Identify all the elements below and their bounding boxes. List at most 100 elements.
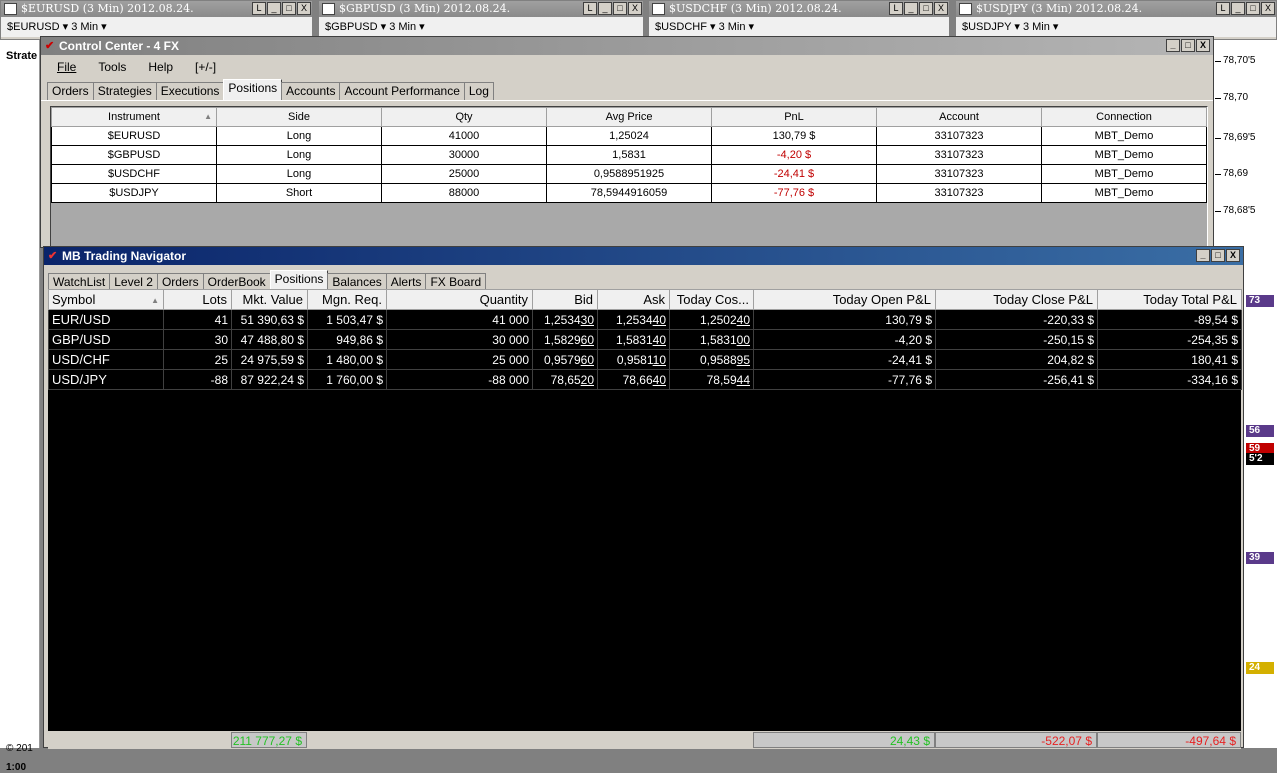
tab-orders[interactable]: Orders <box>47 82 94 100</box>
l-button[interactable]: L <box>889 2 903 15</box>
cell-bid: 1,582960 <box>532 329 598 350</box>
cell-lots: 25 <box>163 349 232 370</box>
minimize-button[interactable]: _ <box>1166 39 1180 52</box>
chart-toolbar[interactable]: $USDCHF ▾ 3 Min ▾ <box>649 17 949 37</box>
column-header-side[interactable]: Side <box>216 107 382 127</box>
navigator-window[interactable]: ✔ MB Trading Navigator _ □ X WatchList Leve… <box>43 246 1244 749</box>
column-header-pnl[interactable]: PnL <box>711 107 877 127</box>
tab-executions[interactable]: Executions <box>155 82 225 100</box>
tab-positions[interactable]: Positions <box>269 270 329 291</box>
chart-window-usdjpy[interactable]: $USDJPY (3 Min) 2012.08.24. L _ □ X $USDJPY… <box>955 0 1277 40</box>
menu-file[interactable]: File <box>57 60 76 74</box>
bid-main: 78,65 <box>550 372 581 387</box>
copyright-label: © 201 <box>6 743 33 754</box>
minimize-button[interactable]: _ <box>1196 249 1210 262</box>
tab-positions[interactable]: Positions <box>223 79 283 100</box>
column-header-label: Qty <box>455 111 473 123</box>
table-row[interactable]: $USDCHF Long 25000 0,9588951925 -24,41 $3310… <box>51 164 1207 184</box>
column-header-account[interactable]: Account <box>876 107 1042 127</box>
cell-mkt-value: 24 975,59 $ <box>231 349 308 370</box>
minimize-button[interactable]: _ <box>904 2 918 15</box>
cost-pips: 95 <box>736 352 750 367</box>
cell-open-pl: -24,41 $ <box>753 349 936 370</box>
column-header-quantity[interactable]: Quantity <box>386 289 533 310</box>
ask-main: 0,9581 <box>616 352 653 367</box>
column-header-symbol[interactable]: Symbol ▲ <box>48 289 164 310</box>
chart-window-gbpusd[interactable]: $GBPUSD (3 Min) 2012.08.24. L _ □ X $GBPUSD… <box>318 0 644 40</box>
cell-pnl: 130,79 $ <box>711 126 877 146</box>
l-button[interactable]: L <box>583 2 597 15</box>
column-header-today-open-p-l[interactable]: Today Open P&L <box>753 289 936 310</box>
column-header-today-cos[interactable]: Today Cos... <box>669 289 754 310</box>
chart-toolbar[interactable]: $USDJPY ▾ 3 Min ▾ <box>956 17 1276 37</box>
column-header-instrument[interactable]: Instrument ▲ <box>51 107 217 127</box>
table-row[interactable]: USD/JPY -88 87 922,24 $1 760,00 $ -88 000 78… <box>48 369 1242 390</box>
tab-log[interactable]: Log <box>463 82 494 100</box>
cell-quantity: 41 000 <box>386 309 533 330</box>
table-row[interactable]: $GBPUSD Long 30000 1,5831 -4,20 $33107323 MBT… <box>51 145 1207 165</box>
total-mkt-value: 211 777,27 $ <box>231 732 307 748</box>
navigator-titlebar[interactable]: ✔ MB Trading Navigator _ □ X <box>44 247 1243 265</box>
close-button[interactable]: X <box>1261 2 1275 15</box>
menu-expand[interactable]: [+/-] <box>195 60 216 74</box>
table-row[interactable]: USD/CHF 25 24 975,59 $1 480,00 $25 000 0,95… <box>48 349 1242 370</box>
chart-window-eurusd[interactable]: $EURUSD (3 Min) 2012.08.24. L _ □ X $EURUSD… <box>0 0 313 40</box>
column-header-lots[interactable]: Lots <box>163 289 232 310</box>
ask-pips: 40 <box>652 372 666 387</box>
minimize-button[interactable]: _ <box>267 2 281 15</box>
close-button[interactable]: X <box>934 2 948 15</box>
cell-side: Long <box>216 145 382 165</box>
column-header-today-close-p-l[interactable]: Today Close P&L <box>935 289 1098 310</box>
table-row[interactable]: GBP/USD 30 47 488,80 $949,86 $30 000 1,5829… <box>48 329 1242 350</box>
menu-tools[interactable]: Tools <box>98 60 126 74</box>
minimize-button[interactable]: _ <box>598 2 612 15</box>
chart-toolbar[interactable]: $GBPUSD ▾ 3 Min ▾ <box>319 17 643 37</box>
tab-accounts[interactable]: Accounts <box>281 82 341 100</box>
control-center-window[interactable]: ✔ Control Center - 4 FX _ □ X File Tools H… <box>40 36 1214 248</box>
minimize-button[interactable]: _ <box>1231 2 1245 15</box>
column-header-mkt-value[interactable]: Mkt. Value <box>231 289 308 310</box>
maximize-button[interactable]: □ <box>1181 39 1195 52</box>
cost-pips: 00 <box>736 332 750 347</box>
close-button[interactable]: X <box>297 2 311 15</box>
column-header-label: Connection <box>1096 111 1152 123</box>
table-row[interactable]: EUR/USD 41 51 390,63 $1 503,47 $41 000 1,25… <box>48 309 1242 330</box>
table-row[interactable]: $EURUSD Long 41000 1,25024 130,79 $33107323 M… <box>51 126 1207 146</box>
column-header-bid[interactable]: Bid <box>532 289 598 310</box>
l-button[interactable]: L <box>1216 2 1230 15</box>
axis-label: 78,68'5 <box>1215 205 1256 216</box>
close-button[interactable]: X <box>1226 249 1240 262</box>
column-header-ask[interactable]: Ask <box>597 289 670 310</box>
tab-account-performance[interactable]: Account Performance <box>339 82 465 100</box>
column-header-avg-price[interactable]: Avg Price <box>546 107 712 127</box>
chart-title: $GBPUSD (3 Min) 2012.08.24. L _ □ X <box>319 1 643 17</box>
cell-pnl: -77,76 $ <box>711 183 877 203</box>
column-header-connection[interactable]: Connection <box>1041 107 1207 127</box>
chart-window-usdchf[interactable]: $USDCHF (3 Min) 2012.08.24. L _ □ X $USDCHF… <box>648 0 950 40</box>
column-header-mgn-req[interactable]: Mgn. Req. <box>307 289 387 310</box>
l-button[interactable]: L <box>252 2 266 15</box>
column-header-label: Ask <box>643 292 665 307</box>
cell-connection: MBT_Demo <box>1041 164 1207 184</box>
bid-pips: 30 <box>580 312 594 327</box>
control-center-titlebar[interactable]: ✔ Control Center - 4 FX _ □ X <box>41 37 1213 55</box>
cell-connection: MBT_Demo <box>1041 126 1207 146</box>
column-header-label: Mkt. Value <box>242 292 303 307</box>
maximize-button[interactable]: □ <box>1211 249 1225 262</box>
column-header-qty[interactable]: Qty <box>381 107 547 127</box>
close-button[interactable]: X <box>628 2 642 15</box>
bid-pips: 20 <box>580 372 594 387</box>
table-row[interactable]: $USDJPY Short 88000 78,5944916059 -77,76 $33… <box>51 183 1207 203</box>
close-button[interactable]: X <box>1196 39 1210 52</box>
maximize-button[interactable]: □ <box>613 2 627 15</box>
column-header-today-total-p-l[interactable]: Today Total P&L <box>1097 289 1242 310</box>
column-header-label: Bid <box>574 292 593 307</box>
cell-open-pl: -4,20 $ <box>753 329 936 350</box>
tab-strategies[interactable]: Strategies <box>92 82 157 100</box>
maximize-button[interactable]: □ <box>282 2 296 15</box>
menu-help[interactable]: Help <box>148 60 173 74</box>
maximize-button[interactable]: □ <box>919 2 933 15</box>
cell-total-pl: 180,41 $ <box>1097 349 1242 370</box>
maximize-button[interactable]: □ <box>1246 2 1260 15</box>
chart-toolbar[interactable]: $EURUSD ▾ 3 Min ▾ <box>1 17 312 37</box>
